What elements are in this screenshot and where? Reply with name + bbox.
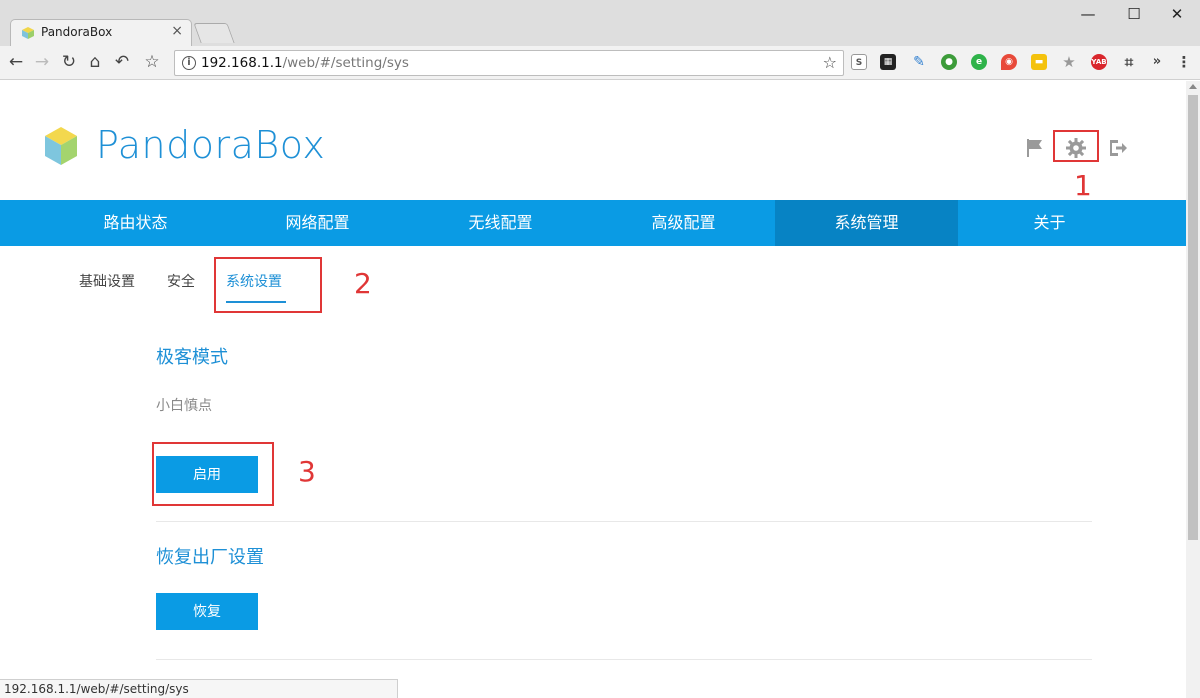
nav-system-management[interactable]: 系统管理 [775,200,958,246]
logout-icon[interactable] [1107,137,1129,159]
section-divider [156,659,1092,660]
annotation-number-1: 1 [1074,169,1092,202]
browser-menu-icon[interactable]: ⋮ [1176,54,1192,70]
geek-mode-hint: 小白慎点 [156,398,212,414]
trello-extension-icon[interactable]: ▦ [880,54,896,70]
crop-extension-icon[interactable]: ⌗ [1121,54,1137,70]
annotation-box-2 [214,257,322,313]
subnav-basic-settings[interactable]: 基础设置 [79,271,135,291]
browser-tab[interactable]: PandoraBox × [10,19,192,46]
flag-icon[interactable] [1024,137,1046,159]
annotation-number-2: 2 [354,267,372,300]
star-extension-icon[interactable]: ★ [1061,54,1077,70]
minimize-button[interactable]: — [1065,5,1111,23]
main-nav: 路由状态 网络配置 无线配置 高级配置 系统管理 关于 [0,200,1186,246]
s-extension-icon[interactable]: S [851,54,867,70]
url-text[interactable]: 192.168.1.1/web/#/setting/sys [201,55,409,71]
url-path: /web/#/setting/sys [282,55,409,71]
note-extension-icon[interactable]: ▬ [1031,54,1047,70]
page-scrollbar[interactable] [1186,81,1200,698]
nav-wireless-config[interactable]: 无线配置 [409,200,592,246]
page-content: PandoraBox 1 路由状态 网络配置 无线配置 高级配置 系统管理 关于 [0,81,1186,698]
yab-extension-icon[interactable]: YAB [1091,54,1107,70]
subnav-security[interactable]: 安全 [167,271,195,291]
undo-icon[interactable]: ↶ [110,52,134,72]
home-icon[interactable]: ⌂ [83,52,107,72]
bookmark-star-icon[interactable]: ☆ [140,52,164,72]
annotation-box-3 [152,442,274,506]
tab-title: PandoraBox [41,25,113,39]
browser-titlebar: PandoraBox × — ☐ ✕ [0,0,1200,46]
nav-advanced-config[interactable]: 高级配置 [592,200,775,246]
more-extensions-icon[interactable]: » [1149,54,1165,70]
new-tab-button[interactable] [193,23,235,43]
bookmark-page-icon[interactable]: ☆ [823,53,837,72]
address-bar[interactable]: i 192.168.1.1/web/#/setting/sys ☆ [174,50,844,76]
nav-route-status[interactable]: 路由状态 [44,200,227,246]
tab-close-icon[interactable]: × [171,23,183,39]
nav-network-config[interactable]: 网络配置 [226,200,409,246]
maximize-button[interactable]: ☐ [1111,5,1157,23]
status-bar: 192.168.1.1/web/#/setting/sys [0,679,398,698]
logo-text: PandoraBox [96,123,326,167]
reload-icon[interactable]: ↻ [57,52,81,72]
geek-mode-title: 极客模式 [156,347,228,368]
nav-about[interactable]: 关于 [958,200,1141,246]
pandorabox-favicon-icon [22,27,34,39]
pandorabox-logo-icon [45,127,77,165]
evernote-extension-icon[interactable]: e [971,54,987,70]
section-divider [156,521,1092,522]
annotation-box-1 [1053,130,1099,162]
browser-toolbar: ← → ↻ ⌂ ↶ ☆ i 192.168.1.1/web/#/setting/… [0,46,1200,80]
forward-icon[interactable]: → [30,52,54,72]
scroll-up-arrow-icon[interactable] [1189,84,1197,89]
back-icon[interactable]: ← [4,52,28,72]
annotation-number-3: 3 [298,455,316,488]
close-window-button[interactable]: ✕ [1154,5,1200,23]
feather-extension-icon[interactable]: ✎ [911,54,927,70]
info-icon[interactable]: i [182,56,196,70]
globe-extension-icon[interactable]: ● [941,54,957,70]
scroll-thumb[interactable] [1188,95,1198,540]
location-extension-icon[interactable]: ◉ [1001,54,1017,70]
factory-reset-title: 恢复出厂设置 [156,547,264,568]
url-host: 192.168.1.1 [201,55,283,71]
factory-reset-button[interactable]: 恢复 [156,593,258,630]
